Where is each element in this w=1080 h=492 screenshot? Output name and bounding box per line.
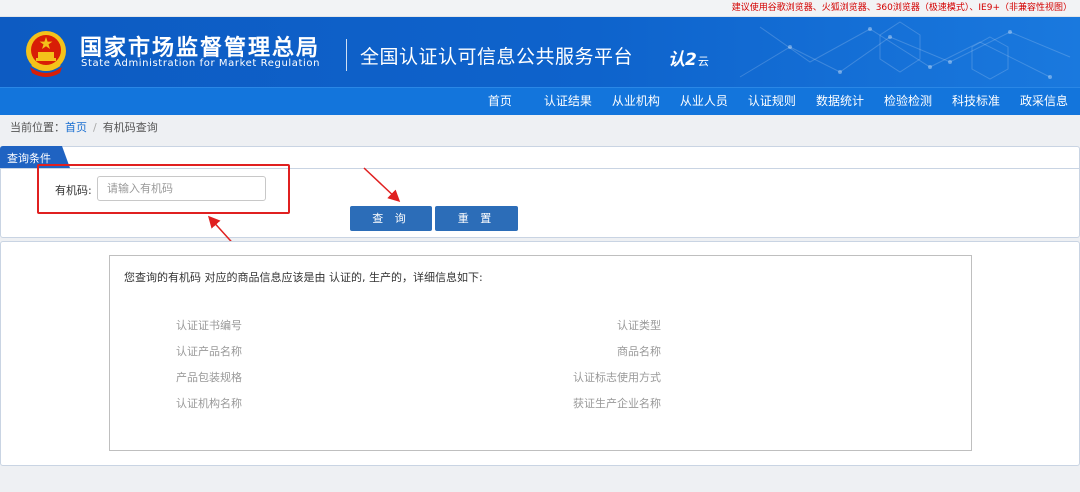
field-cert-body: 认证机构名称 xyxy=(176,397,242,410)
nav-statistics[interactable]: 数据统计 xyxy=(806,88,874,115)
main-nav: 首页 认证结果 从业机构 从业人员 认证规则 数据统计 检验检测 科技标准 政采… xyxy=(0,87,1080,115)
logo-sub-text: 云 xyxy=(697,55,709,68)
browser-notice: 建议使用谷歌浏览器、火狐浏览器、360浏览器（极速模式）、IE9+（非兼容性视图… xyxy=(0,0,1080,17)
query-tab-label: 查询条件 xyxy=(7,152,51,165)
result-intro: 您查询的有机码 对应的商品信息应该是由 认证的, 生产的，详细信息如下: xyxy=(124,271,483,284)
result-box: 您查询的有机码 对应的商品信息应该是由 认证的, 生产的，详细信息如下: 认证证… xyxy=(109,255,972,451)
organic-code-label: 有机码: xyxy=(55,184,92,197)
platform-title: 全国认证认可信息公共服务平台 xyxy=(360,46,634,68)
nav-inspection[interactable]: 检验检测 xyxy=(874,88,942,115)
breadcrumb-current: 有机码查询 xyxy=(102,121,158,134)
nav-personnel[interactable]: 从业人员 xyxy=(670,88,738,115)
field-product-name: 认证产品名称 xyxy=(176,345,242,358)
field-goods-name: 商品名称 xyxy=(617,345,661,358)
breadcrumb-home-link[interactable]: 首页 xyxy=(65,121,87,134)
agency-name-en: State Administration for Market Regulati… xyxy=(81,58,321,69)
field-mark-usage: 认证标志使用方式 xyxy=(573,371,661,384)
nav-cert-results[interactable]: 认证结果 xyxy=(534,88,602,115)
query-button[interactable]: 查 询 xyxy=(350,206,432,231)
nav-cert-rules[interactable]: 认证规则 xyxy=(738,88,806,115)
network-decoration xyxy=(739,21,1071,80)
field-package-spec: 产品包装规格 xyxy=(176,371,242,384)
platform-logo: 认2云 xyxy=(668,45,709,70)
result-panel: 您查询的有机码 对应的商品信息应该是由 认证的, 生产的，详细信息如下: 认证证… xyxy=(0,241,1080,466)
nav-home[interactable]: 首页 xyxy=(478,88,534,115)
breadcrumb: 当前位置：首页 / 有机码查询 xyxy=(0,115,1080,141)
site-header: 国家市场监督管理总局 State Administration for Mark… xyxy=(0,17,1080,87)
nav-standards[interactable]: 科技标准 xyxy=(942,88,1010,115)
field-producer-name: 获证生产企业名称 xyxy=(573,397,661,410)
reset-button[interactable]: 重 置 xyxy=(435,206,518,231)
organic-code-input[interactable] xyxy=(97,176,266,201)
national-emblem-icon xyxy=(26,31,66,77)
query-tab-divider xyxy=(1,168,1079,169)
field-cert-number: 认证证书编号 xyxy=(176,319,242,332)
nav-procurement[interactable]: 政采信息 xyxy=(1010,88,1078,115)
nav-institutions[interactable]: 从业机构 xyxy=(602,88,670,115)
logo-main-text: 认2 xyxy=(668,50,697,70)
header-divider xyxy=(346,39,347,71)
query-panel: 查询条件 有机码: 查 询 重 置 xyxy=(0,146,1080,238)
breadcrumb-prefix: 当前位置： xyxy=(10,121,65,134)
field-cert-type: 认证类型 xyxy=(617,319,661,332)
breadcrumb-separator: / xyxy=(93,121,97,134)
